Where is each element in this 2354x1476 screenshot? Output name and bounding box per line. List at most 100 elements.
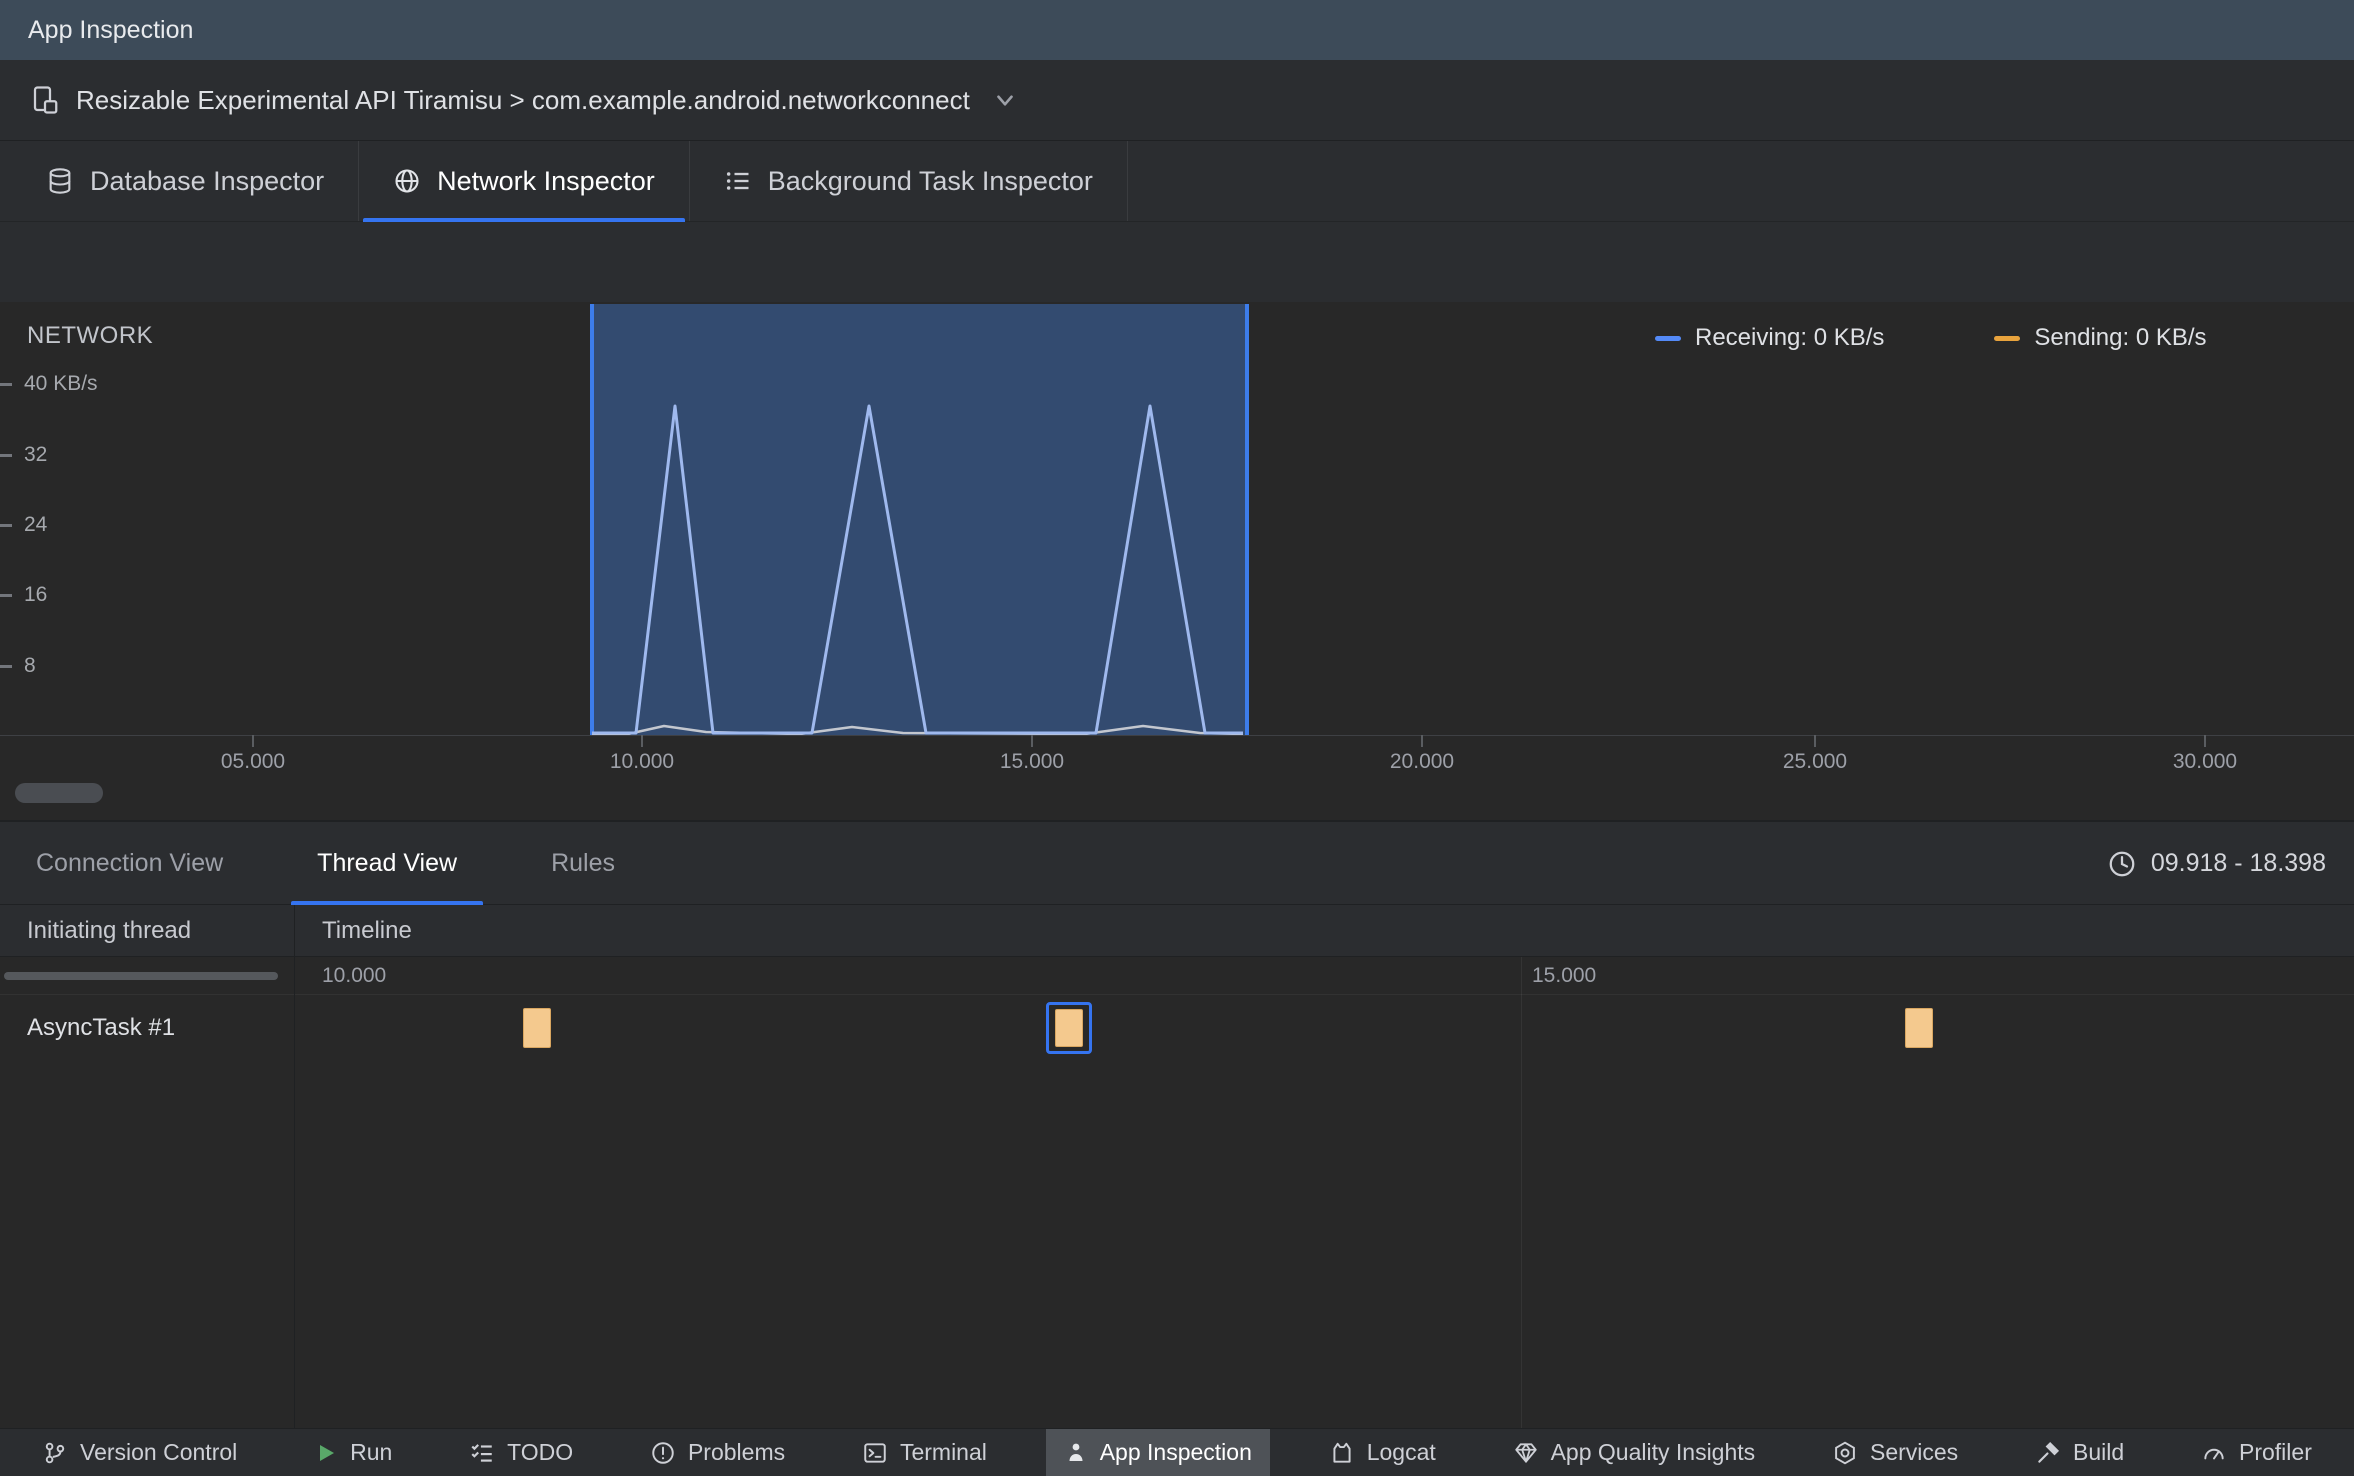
toolwindow-build[interactable]: Build <box>2017 1429 2142 1476</box>
toolwindow-version-control[interactable]: Version Control <box>24 1429 255 1476</box>
toolwindow-label: TODO <box>507 1439 574 1465</box>
y-axis-tick: 16 <box>0 581 47 609</box>
device-icon <box>30 85 60 115</box>
toolwindow-label: Build <box>2073 1439 2125 1465</box>
column-header-timeline: Timeline <box>322 917 412 944</box>
tool-window-title: App Inspection <box>28 15 194 44</box>
tab-label: Network Inspector <box>437 165 655 196</box>
y-axis-tick: 8 <box>0 652 36 680</box>
sending-swatch-icon <box>1994 335 2021 341</box>
x-axis-label: 05.000 <box>220 750 286 773</box>
toolwindow-todo[interactable]: TODO <box>451 1429 591 1476</box>
network-event-block[interactable] <box>1905 1008 1933 1048</box>
network-event-block-inner <box>1055 1009 1083 1047</box>
network-event-block-selected[interactable] <box>1046 1002 1092 1054</box>
x-tickmark-icon <box>1421 735 1423 747</box>
x-tickmark-icon <box>1031 735 1033 747</box>
background-tasks-icon <box>724 167 752 195</box>
services-icon <box>1832 1440 1858 1466</box>
app-quality-insights-icon <box>1513 1440 1539 1466</box>
process-selector-label: Resizable Experimental API Tiramisu > co… <box>76 84 970 115</box>
tab-label: Thread View <box>317 848 458 877</box>
tab-label: Database Inspector <box>90 165 325 196</box>
legend-sending: Sending: 0 KB/s <box>1994 324 2207 352</box>
tab-label: Background Task Inspector <box>767 165 1093 196</box>
y-axis-label: 8 <box>24 654 36 677</box>
y-axis-label: 16 <box>24 583 48 606</box>
terminal-icon <box>862 1440 888 1466</box>
todo-icon <box>469 1440 495 1466</box>
toolwindow-app-quality-insights[interactable]: App Quality Insights <box>1495 1429 1774 1476</box>
x-tickmark-icon <box>2204 735 2206 747</box>
globe-icon <box>393 167 421 195</box>
toolwindow-label: Problems <box>687 1439 786 1465</box>
branch-icon <box>42 1440 68 1466</box>
ruler-tick-label: 15.000 <box>1532 964 1597 987</box>
tool-window-header: App Inspection <box>0 0 2354 60</box>
toolwindow-label: Services <box>1869 1439 1959 1465</box>
x-tickmark-icon <box>252 735 254 747</box>
tab-database-inspector[interactable]: Database Inspector <box>12 141 360 221</box>
toolwindow-label: Logcat <box>1366 1439 1436 1465</box>
problems-icon <box>650 1440 676 1466</box>
run-icon <box>314 1441 338 1465</box>
toolwindow-label: Version Control <box>80 1439 238 1465</box>
detail-tab-bar: Connection View Thread View Rules 09.918… <box>0 822 2354 905</box>
toolwindow-terminal[interactable]: Terminal <box>844 1429 1005 1476</box>
column-divider[interactable] <box>294 905 295 1430</box>
tab-rules[interactable]: Rules <box>525 822 641 904</box>
y-axis-tick: 32 <box>0 441 47 469</box>
time-range-label: 09.918 - 18.398 <box>2150 849 2326 877</box>
y-tickmark-icon <box>0 523 12 527</box>
tab-connection-view[interactable]: Connection View <box>10 822 249 904</box>
tab-label: Rules <box>551 848 615 877</box>
inspector-toolbar <box>0 222 2354 302</box>
tab-background-task-inspector[interactable]: Background Task Inspector <box>690 141 1128 221</box>
network-timeline-chart: NETWORK Receiving: 0 KB/s Sending: 0 KB/… <box>0 302 2354 820</box>
clock-icon <box>2107 849 2137 879</box>
toolwindow-profiler[interactable]: Profiler <box>2183 1429 2330 1476</box>
receiving-swatch-icon <box>1655 335 1681 341</box>
toolwindow-label: App Quality Insights <box>1550 1439 1756 1465</box>
y-tickmark-icon <box>0 593 12 597</box>
legend-receiving: Receiving: 0 KB/s <box>1655 324 1884 352</box>
process-selector[interactable]: Resizable Experimental API Tiramisu > co… <box>0 60 2354 141</box>
x-axis-label: 10.000 <box>609 750 675 773</box>
logcat-icon <box>1329 1440 1355 1466</box>
toolwindow-label: Terminal <box>899 1439 987 1465</box>
toolwindow-services[interactable]: Services <box>1814 1429 1976 1476</box>
timeline-ruler: 10.000 15.000 <box>0 957 2354 995</box>
chart-title: NETWORK <box>27 322 154 349</box>
network-detail-panel: Connection View Thread View Rules 09.918… <box>0 820 2354 1430</box>
y-tickmark-icon <box>0 664 12 668</box>
toolwindow-problems[interactable]: Problems <box>632 1429 803 1476</box>
tab-thread-view[interactable]: Thread View <box>291 822 483 905</box>
chart-horizontal-scrollbar[interactable] <box>15 783 103 803</box>
tab-label: Connection View <box>36 848 224 877</box>
x-axis-label: 25.000 <box>1782 750 1848 773</box>
x-axis-label: 30.000 <box>2172 750 2238 773</box>
selected-time-range: 09.918 - 18.398 <box>2107 822 2326 905</box>
y-tickmark-icon <box>0 382 12 386</box>
network-event-block[interactable] <box>523 1008 551 1048</box>
profiler-icon <box>2201 1440 2227 1466</box>
x-axis-line <box>0 735 2354 736</box>
tool-window-bar: Version Control Run TODO Problems Termin… <box>0 1428 2354 1476</box>
thread-column-scrollbar[interactable] <box>4 972 278 980</box>
thread-row-label: AsyncTask #1 <box>27 1014 176 1041</box>
database-icon <box>46 167 74 195</box>
legend-label: Sending: 0 KB/s <box>2034 324 2207 351</box>
column-header-initiating-thread: Initiating thread <box>27 917 192 944</box>
toolwindow-logcat[interactable]: Logcat <box>1311 1429 1454 1476</box>
timeline-selection-region[interactable] <box>590 304 1249 735</box>
toolwindow-app-inspection[interactable]: App Inspection <box>1045 1429 1270 1476</box>
toolwindow-run[interactable]: Run <box>296 1429 410 1476</box>
y-axis-label: 40 KB/s <box>24 372 98 395</box>
build-icon <box>2035 1440 2061 1466</box>
toolwindow-label: Run <box>350 1439 393 1465</box>
tab-network-inspector[interactable]: Network Inspector <box>359 141 690 222</box>
y-tickmark-icon <box>0 453 12 457</box>
inspector-tab-bar: Database Inspector Network Inspector Bac… <box>0 141 2354 222</box>
ruler-tick-label: 10.000 <box>322 964 387 987</box>
app-inspection-icon <box>1064 1441 1088 1465</box>
